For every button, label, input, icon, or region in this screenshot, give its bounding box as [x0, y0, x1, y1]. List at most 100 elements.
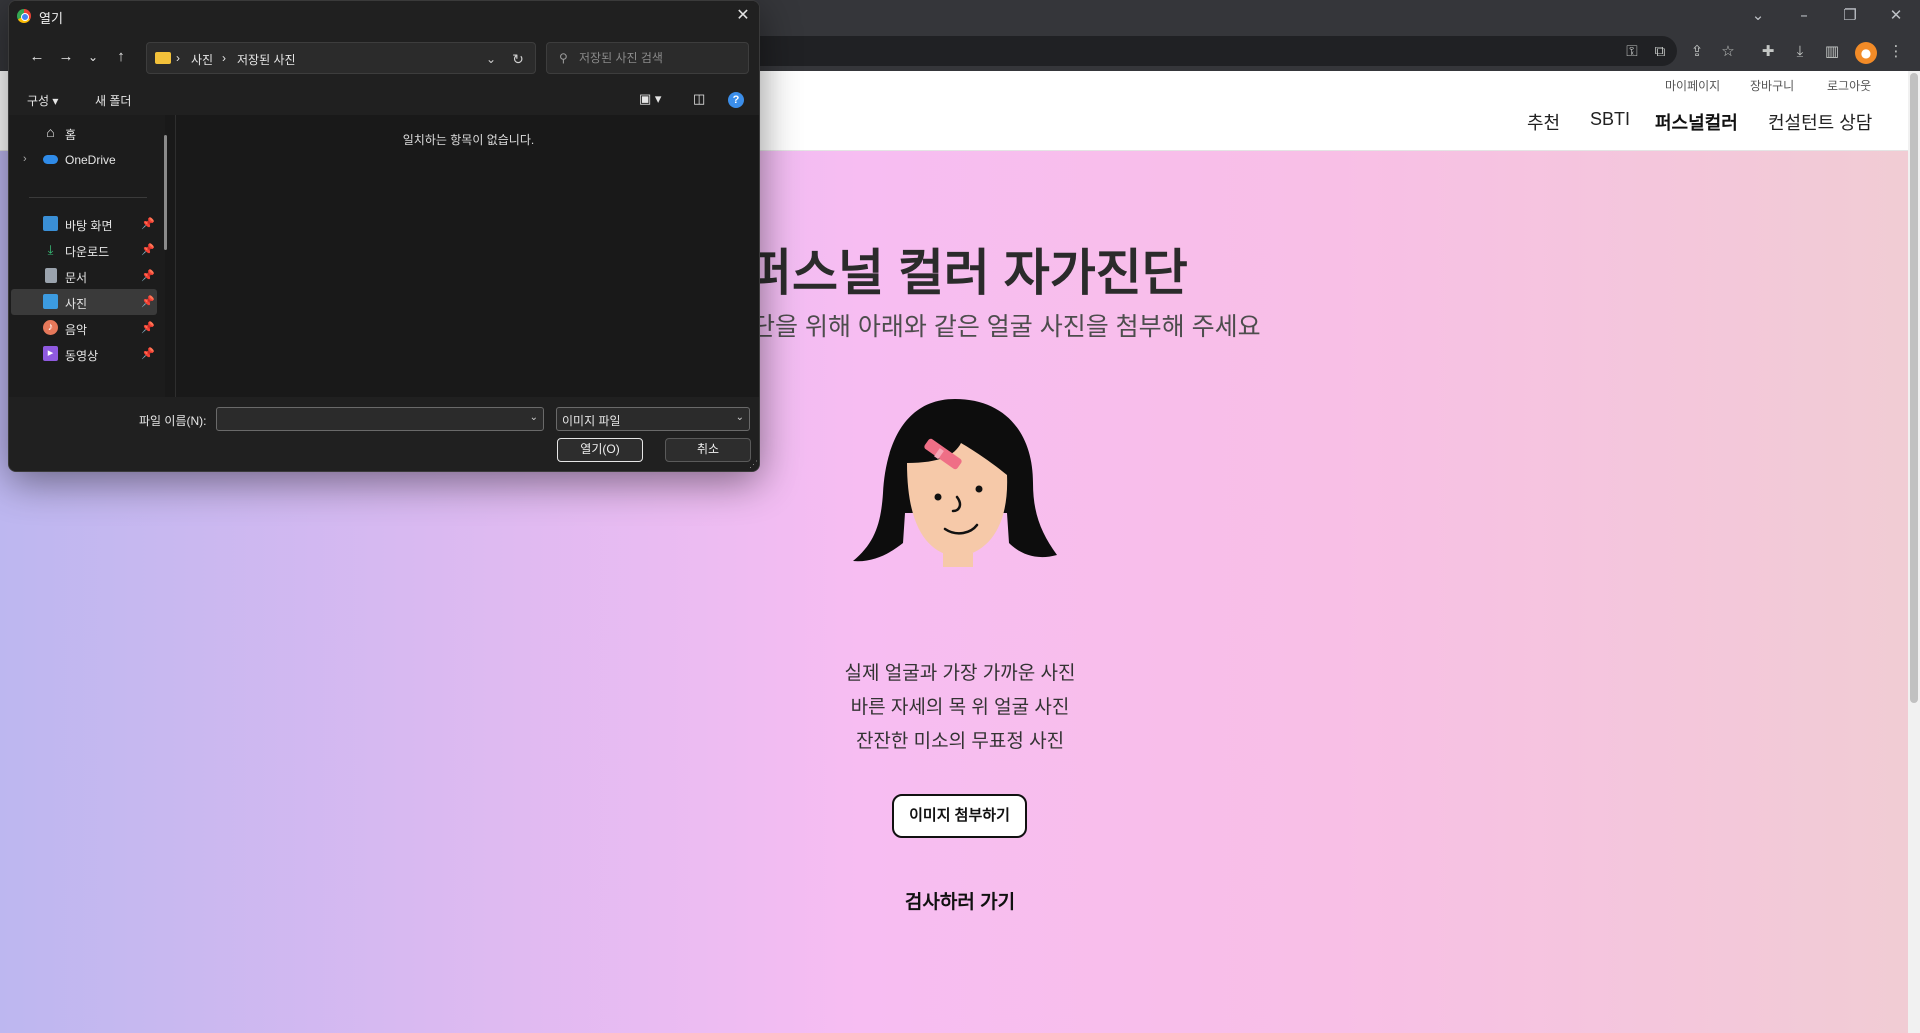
pin-icon[interactable]: 📌	[141, 295, 155, 308]
cloud-icon	[43, 155, 58, 164]
nav-item-label: 동영상	[65, 349, 99, 363]
view-options-icon[interactable]: ▣ ▾	[639, 91, 661, 107]
nav-item-pictures[interactable]: 사진 📌	[11, 289, 157, 315]
share-icon[interactable]: ⇪	[1683, 37, 1711, 65]
nav-personal-color[interactable]: 퍼스널컬러	[1655, 109, 1738, 135]
expand-chevron-icon[interactable]: ›	[23, 153, 27, 165]
document-icon	[45, 268, 57, 283]
help-icon[interactable]: ?	[728, 92, 744, 108]
nav-sbti[interactable]: SBTI	[1590, 109, 1630, 130]
close-window-button[interactable]: ✕	[1873, 0, 1919, 31]
cart-link[interactable]: 장바구니	[1750, 77, 1794, 94]
logout-link[interactable]: 로그아웃	[1827, 77, 1871, 94]
pane-divider[interactable]	[175, 115, 176, 397]
filename-label: 파일 이름(N):	[139, 414, 207, 428]
dialog-search-box[interactable]: ⚲	[546, 42, 749, 74]
guide-line-3: 잔잔한 미소의 무표정 사진	[855, 731, 1065, 752]
nav-item-home[interactable]: ⌂ 홈	[11, 120, 157, 146]
password-key-icon[interactable]: ⚿	[1618, 37, 1646, 65]
organize-menu[interactable]: 구성 ▾	[27, 92, 58, 109]
nav-item-label: OneDrive	[65, 153, 116, 167]
nav-item-label: 바탕 화면	[65, 219, 113, 233]
nav-item-music[interactable]: ♪ 음악 📌	[11, 315, 157, 341]
restore-button[interactable]: ❐	[1827, 0, 1873, 31]
bookmark-star-icon[interactable]: ☆	[1714, 37, 1742, 65]
dialog-footer: 파일 이름(N): ⌄ 이미지 파일 ⌄ 열기(O) 취소 ⋰	[9, 397, 759, 471]
resize-grip-icon[interactable]: ⋰	[749, 459, 758, 470]
breadcrumb-separator: ›	[222, 51, 226, 65]
dialog-titlebar: 열기 ✕	[9, 1, 759, 31]
extensions-icon[interactable]: ✚	[1754, 37, 1782, 65]
go-test-link[interactable]: 검사하러 가기	[0, 887, 1908, 914]
page-scrollbar[interactable]	[1908, 71, 1920, 1033]
preview-pane-icon[interactable]: ◫	[693, 91, 705, 107]
forward-arrow-icon[interactable]: →	[54, 45, 78, 69]
nav-divider	[29, 197, 147, 198]
dialog-close-button[interactable]: ✕	[731, 5, 755, 27]
chrome-logo-icon	[17, 9, 31, 23]
breadcrumb-separator: ›	[176, 51, 180, 65]
mypage-link[interactable]: 마이페이지	[1665, 77, 1720, 94]
pin-icon[interactable]: 📌	[141, 269, 155, 282]
nav-item-label: 다운로드	[65, 245, 110, 259]
open-button[interactable]: 열기(O)	[557, 438, 643, 462]
dialog-navigation-bar: ← → ⌄ ↑ › 사진 › 저장된 사진 ⌄ ↻ ⚲	[9, 31, 759, 83]
minimize-button[interactable]: –	[1781, 0, 1827, 31]
open-file-dialog: 열기 ✕ ← → ⌄ ↑ › 사진 › 저장된 사진 ⌄ ↻ ⚲ 구성 ▾ 새 …	[8, 0, 760, 472]
music-icon: ♪	[43, 320, 58, 335]
nav-item-videos[interactable]: ▸ 동영상 📌	[11, 341, 157, 367]
desktop-icon	[43, 216, 58, 231]
download-icon[interactable]: ⤓	[1786, 37, 1814, 65]
side-panel-icon[interactable]: ▥	[1818, 37, 1846, 65]
dialog-command-bar: 구성 ▾ 새 폴더 ▣ ▾ ◫ ?	[9, 83, 759, 115]
nav-item-onedrive[interactable]: › OneDrive	[11, 147, 157, 173]
chevron-down-icon[interactable]: ⌄	[530, 412, 538, 423]
profile-avatar[interactable]: ●	[1855, 42, 1877, 64]
translate-icon[interactable]: ⧉	[1646, 37, 1674, 65]
page-title: 퍼스널 컬러 자가진단	[746, 245, 1188, 301]
home-icon: ⌂	[46, 124, 55, 140]
attach-image-button[interactable]: 이미지 첨부하기	[892, 794, 1027, 838]
cancel-button[interactable]: 취소	[665, 438, 751, 462]
guide-line-2: 바른 자세의 목 위 얼굴 사진	[850, 697, 1070, 718]
search-icon: ⚲	[559, 51, 568, 65]
new-folder-button[interactable]: 새 폴더	[95, 92, 131, 109]
address-dropdown-icon[interactable]: ⌄	[481, 49, 501, 69]
nav-item-downloads[interactable]: ⤓ 다운로드 📌	[11, 237, 157, 263]
tab-search-icon[interactable]: ⌄	[1735, 0, 1781, 31]
up-arrow-icon[interactable]: ↑	[109, 45, 133, 69]
breadcrumb-pictures[interactable]: 사진	[191, 51, 213, 68]
refresh-icon[interactable]: ↻	[508, 49, 528, 69]
picture-icon	[43, 294, 58, 309]
navigation-pane: ⌂ 홈 › OneDrive 바탕 화면 📌 ⤓ 다운로드 📌 문서 📌 사진 …	[9, 115, 165, 397]
chevron-down-icon[interactable]: ⌄	[736, 412, 744, 423]
nav-pane-scrollbar[interactable]	[164, 135, 167, 250]
nav-item-documents[interactable]: 문서 📌	[11, 263, 157, 289]
pin-icon[interactable]: 📌	[141, 217, 155, 230]
page-subtitle: 단을 위해 아래와 같은 얼굴 사진을 첨부해 주세요	[752, 313, 1261, 341]
face-illustration	[853, 399, 1057, 567]
nav-item-label: 문서	[65, 271, 88, 285]
dialog-search-input[interactable]	[579, 43, 744, 73]
video-icon: ▸	[43, 346, 58, 361]
menu-kebab-icon[interactable]: ⋮	[1882, 37, 1910, 65]
nav-recommend[interactable]: 추천	[1527, 109, 1560, 135]
recent-locations-chevron-icon[interactable]: ⌄	[81, 45, 105, 69]
empty-folder-message: 일치하는 항목이 없습니다.	[402, 133, 535, 147]
nav-item-label: 음악	[65, 323, 88, 337]
address-bar[interactable]: ⚿ ⧉	[740, 36, 1677, 66]
breadcrumb-saved-pictures[interactable]: 저장된 사진	[237, 51, 296, 68]
guide-line-1: 실제 얼굴과 가장 가까운 사진	[844, 663, 1076, 684]
filename-input[interactable]: ⌄	[216, 407, 544, 431]
nav-item-desktop[interactable]: 바탕 화면 📌	[11, 211, 157, 237]
file-type-select[interactable]: 이미지 파일 ⌄	[556, 407, 750, 431]
back-arrow-icon[interactable]: ←	[25, 45, 49, 69]
pin-icon[interactable]: 📌	[141, 347, 155, 360]
nav-consultant[interactable]: 컨설턴트 상담	[1768, 109, 1872, 135]
dialog-title: 열기	[39, 11, 63, 26]
dialog-address-bar[interactable]: › 사진 › 저장된 사진 ⌄ ↻	[146, 42, 536, 74]
download-icon: ⤓	[47, 242, 54, 257]
pin-icon[interactable]: 📌	[141, 321, 155, 334]
scrollbar-thumb[interactable]	[1910, 73, 1918, 703]
pin-icon[interactable]: 📌	[141, 243, 155, 256]
